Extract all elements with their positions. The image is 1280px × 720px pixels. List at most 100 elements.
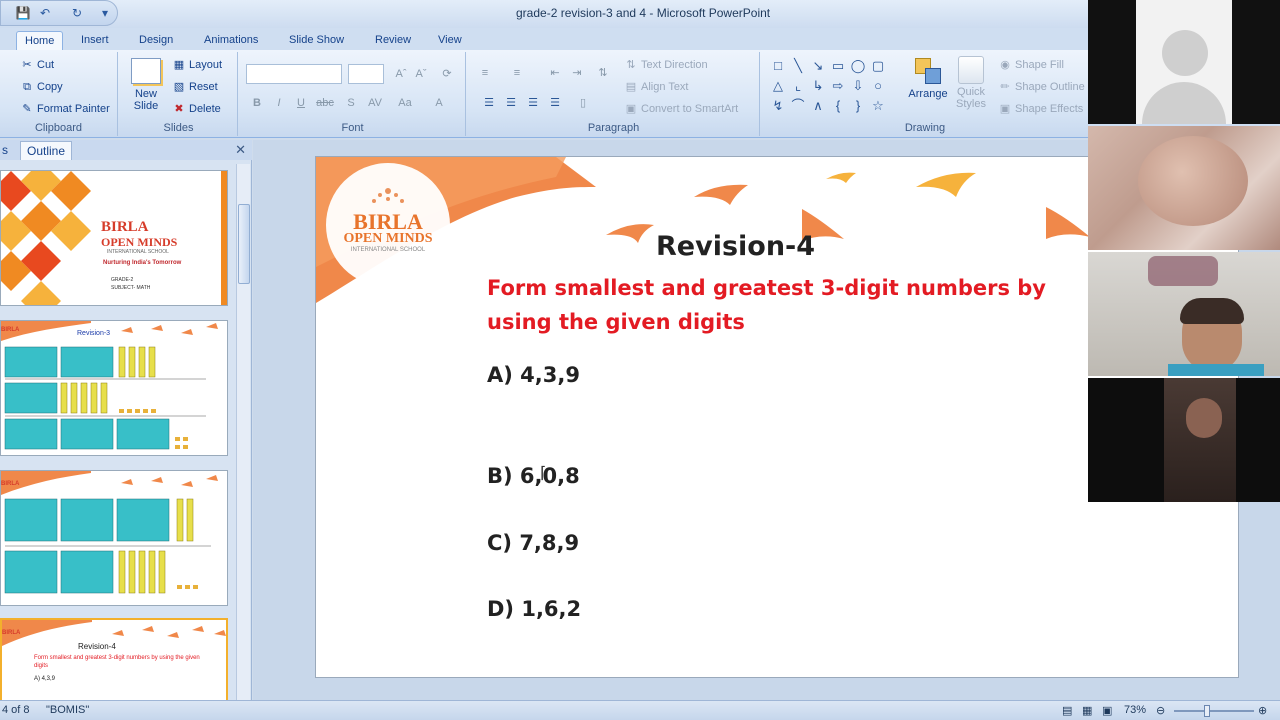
question-d[interactable]: D) 1,6,2	[487, 597, 581, 621]
paragraph-label: Paragraph	[587, 122, 640, 134]
question-c[interactable]: C) 7,8,9	[487, 531, 579, 555]
align-center-icon[interactable]: ☰	[502, 94, 520, 112]
font-family-combo[interactable]	[246, 64, 342, 84]
increase-indent-icon[interactable]: ⇥	[568, 64, 586, 82]
rounded-rect-shape-icon[interactable]: ▢	[870, 58, 886, 74]
video-tile-1[interactable]	[1088, 0, 1280, 124]
slide-thumbnail-1[interactable]: BIRLA OPEN MINDS INTERNATIONAL SCHOOL Nu…	[0, 170, 228, 306]
brace-right-icon[interactable]: }	[850, 98, 866, 114]
grow-font-icon[interactable]: Aˆ	[392, 65, 410, 83]
layout-button[interactable]: ▦ Layout	[172, 58, 222, 72]
tab-home[interactable]: Home	[16, 31, 64, 50]
zoom-slider[interactable]	[1174, 705, 1254, 717]
arrow-shape-icon[interactable]: ↘	[810, 58, 826, 74]
underline-icon[interactable]: U	[292, 94, 310, 112]
line-shape-icon[interactable]: ╲	[790, 58, 806, 74]
normal-view-icon[interactable]: ▤	[1062, 704, 1072, 717]
slide-thumbnail-2[interactable]: BIRLA Revision-3	[0, 320, 228, 456]
video-tile-2[interactable]	[1088, 126, 1280, 250]
shrink-font-icon[interactable]: Aˇ	[412, 65, 430, 83]
right-arrow-shape-icon[interactable]: ⇨	[830, 78, 846, 94]
scroll-thumb[interactable]	[238, 204, 250, 284]
align-left-icon[interactable]: ☰	[480, 94, 498, 112]
change-case-icon[interactable]: Aa	[396, 94, 414, 112]
shape-fill-button[interactable]: ◉ Shape Fill	[998, 58, 1064, 72]
lightning-shape-icon[interactable]: ↯	[770, 98, 786, 114]
text-direction-button[interactable]: ⇅ Text Direction	[624, 58, 707, 72]
video-tile-3[interactable]	[1088, 252, 1280, 376]
copy-button[interactable]: ⧉ Copy	[20, 80, 63, 94]
numbering-icon[interactable]: ≡	[508, 64, 526, 82]
font-size-combo[interactable]	[348, 64, 384, 84]
slide-show-view-icon[interactable]: ▣	[1102, 704, 1112, 717]
textbox-shape-icon[interactable]: □	[770, 58, 786, 74]
question-b[interactable]: B) 6,0,8	[487, 464, 580, 488]
clear-formatting-icon[interactable]: ⟳	[438, 65, 456, 83]
font-color-icon[interactable]: A	[430, 94, 448, 112]
bullets-icon[interactable]: ≡	[476, 64, 494, 82]
convert-smartart-button[interactable]: ▣ Convert to SmartArt	[624, 102, 738, 116]
tab-view[interactable]: View	[430, 31, 470, 50]
panel-scrollbar[interactable]	[236, 164, 250, 700]
line-spacing-icon[interactable]: ⇅	[594, 64, 612, 82]
italic-icon[interactable]: I	[270, 94, 288, 112]
new-slide-button[interactable]: New Slide	[126, 56, 166, 118]
tab-insert[interactable]: Insert	[73, 31, 117, 50]
slide-title[interactable]: Revision-4	[656, 231, 815, 262]
tab-slides[interactable]: s	[0, 141, 14, 160]
slide-thumbnail-3[interactable]: BIRLA	[0, 470, 228, 606]
reset-button[interactable]: ▧ Reset	[172, 80, 218, 94]
tab-slide-show[interactable]: Slide Show	[281, 31, 352, 50]
quick-styles-button[interactable]: Quick Styles	[954, 56, 988, 110]
tab-design[interactable]: Design	[131, 31, 181, 50]
down-arrow-shape-icon[interactable]: ⇩	[850, 78, 866, 94]
elbow-connector-icon[interactable]: ⌞	[790, 78, 806, 94]
align-right-icon[interactable]: ☰	[524, 94, 542, 112]
tab-animations[interactable]: Animations	[196, 31, 266, 50]
video-tile-4[interactable]	[1088, 378, 1280, 502]
text-shadow-icon[interactable]: S	[342, 94, 360, 112]
zoom-out-icon[interactable]: ⊖	[1156, 704, 1165, 717]
close-icon[interactable]: ✕	[235, 142, 246, 158]
redo-icon[interactable]: ↻	[69, 5, 85, 21]
strikethrough-icon[interactable]: abc	[316, 94, 334, 112]
thumb-subtitle: Form smallest and greatest 3-digit numbe…	[34, 655, 200, 669]
align-text-button[interactable]: ▤ Align Text	[624, 80, 689, 94]
delete-button[interactable]: ✖ Delete	[172, 102, 220, 116]
question-a[interactable]: A) 4,3,9	[487, 363, 580, 387]
slide-thumbnail-4[interactable]: BIRLA Revision-4 Form smallest and great…	[0, 618, 228, 708]
customize-qat-icon[interactable]: ▾	[97, 5, 113, 21]
justify-icon[interactable]: ☰	[546, 94, 564, 112]
zoom-in-icon[interactable]: ⊕	[1258, 704, 1267, 717]
tab-outline[interactable]: Outline	[20, 141, 73, 160]
callout-shape-icon[interactable]: ○	[870, 78, 886, 94]
slide-subtitle[interactable]: Form smallest and greatest 3-digit numbe…	[487, 271, 1107, 339]
star-shape-icon[interactable]: ☆	[870, 98, 886, 114]
decrease-indent-icon[interactable]: ⇤	[546, 64, 564, 82]
clipboard-group: ✂ Cut ⧉ Copy ✎ Format Painter Clipboard	[0, 52, 118, 136]
slides-panel: s Outline ✕ BIRLA OPEN MINDS INTERNATION…	[0, 140, 252, 708]
bold-icon[interactable]: B	[248, 94, 266, 112]
elbow-arrow-icon[interactable]: ↳	[810, 78, 826, 94]
arrange-button[interactable]: Arrange	[904, 56, 952, 100]
columns-icon[interactable]: ▯	[574, 94, 592, 112]
rectangle-shape-icon[interactable]: ▭	[830, 58, 846, 74]
zoom-slider-thumb[interactable]	[1204, 705, 1210, 717]
tab-review[interactable]: Review	[367, 31, 419, 50]
cut-button[interactable]: ✂ Cut	[20, 58, 54, 72]
panel-tabs: s Outline ✕	[0, 140, 252, 160]
shape-effects-button[interactable]: ▣ Shape Effects	[998, 102, 1084, 116]
format-painter-button[interactable]: ✎ Format Painter	[20, 102, 109, 116]
undo-icon[interactable]: ↶	[37, 5, 53, 21]
freeform-shape-icon[interactable]: ∧	[810, 98, 826, 114]
triangle-shape-icon[interactable]: △	[770, 78, 786, 94]
curve-shape-icon[interactable]: ⌒	[790, 98, 806, 114]
shape-outline-button[interactable]: ✏ Shape Outline	[998, 80, 1084, 94]
zoom-level[interactable]: 73%	[1124, 704, 1146, 716]
text-cursor-icon: ⌈	[540, 465, 547, 482]
character-spacing-icon[interactable]: AV	[366, 94, 384, 112]
brace-left-icon[interactable]: {	[830, 98, 846, 114]
slide-sorter-icon[interactable]: ▦	[1082, 704, 1092, 717]
oval-shape-icon[interactable]: ◯	[850, 58, 866, 74]
save-icon[interactable]: 💾	[15, 5, 31, 21]
